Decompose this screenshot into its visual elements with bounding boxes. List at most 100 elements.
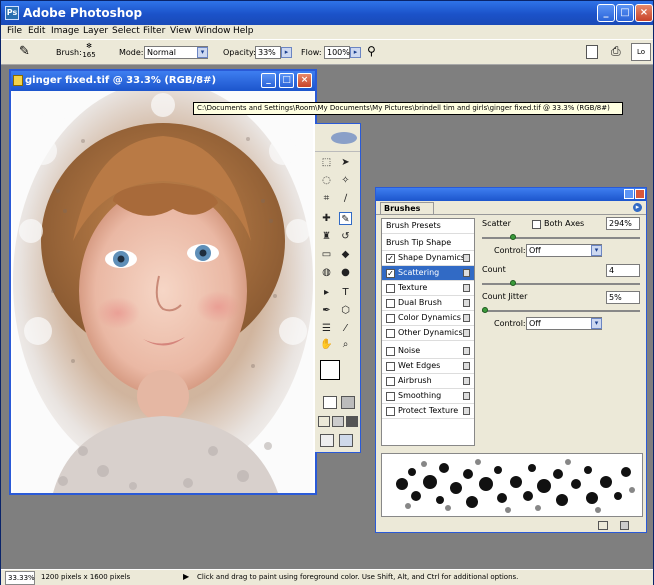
list-item-brush-presets[interactable]: Brush Presets: [382, 219, 474, 234]
flow-field[interactable]: 100%: [324, 46, 350, 59]
lock-icon[interactable]: [463, 347, 470, 355]
checkbox-icon[interactable]: [386, 407, 395, 416]
file-browser-icon[interactable]: [586, 45, 598, 59]
checkbox-checked-icon[interactable]: ✓: [386, 269, 395, 278]
list-item-smoothing[interactable]: Smoothing: [382, 389, 474, 404]
lock-icon[interactable]: [463, 407, 470, 415]
path-select-icon[interactable]: ▸: [320, 286, 333, 299]
jump-to-icon[interactable]: [339, 434, 353, 447]
stamp-tool-icon[interactable]: ♜: [320, 230, 333, 243]
tab-brushes[interactable]: Brushes: [380, 202, 434, 214]
checkbox-icon[interactable]: [386, 347, 395, 356]
brush-tool-icon[interactable]: ✎: [19, 44, 37, 60]
history-brush-icon[interactable]: ↺: [339, 230, 352, 243]
list-item-protect-texture[interactable]: Protect Texture: [382, 404, 474, 419]
count-jitter-field[interactable]: 5%: [606, 291, 640, 304]
standard-mode-icon[interactable]: [323, 396, 337, 409]
screen-mode-std-icon[interactable]: [318, 416, 330, 427]
eyedropper-icon[interactable]: ⁄: [339, 322, 352, 335]
list-item-brush-tip-shape[interactable]: Brush Tip Shape: [382, 236, 474, 251]
magic-wand-icon[interactable]: ✧: [339, 174, 352, 187]
menu-select[interactable]: Select: [112, 26, 140, 36]
lasso-tool-icon[interactable]: ◌: [320, 174, 333, 187]
crop-tool-icon[interactable]: ⌗: [320, 192, 333, 205]
lock-icon[interactable]: [463, 269, 470, 277]
blur-tool-icon[interactable]: ◍: [320, 266, 333, 279]
brushes-palette-bar[interactable]: [376, 188, 646, 201]
menu-filter[interactable]: Filter: [143, 26, 165, 36]
doc-maximize-button[interactable]: □: [279, 73, 294, 88]
palette-minimize-icon[interactable]: [624, 189, 634, 199]
both-axes-checkbox-icon[interactable]: [532, 220, 541, 229]
scatter-slider-knob[interactable]: [510, 234, 516, 240]
count-jitter-slider[interactable]: [482, 310, 640, 312]
dodge-tool-icon[interactable]: ●: [339, 266, 352, 279]
airbrush-icon[interactable]: ⚲: [367, 44, 383, 60]
list-item-scattering[interactable]: ✓ Scattering: [382, 266, 474, 281]
lock-icon[interactable]: [463, 284, 470, 292]
list-item-texture[interactable]: Texture: [382, 281, 474, 296]
menu-view[interactable]: View: [170, 26, 191, 36]
count-slider[interactable]: [482, 283, 640, 285]
count-slider-knob[interactable]: [510, 280, 516, 286]
menu-image[interactable]: Image: [51, 26, 79, 36]
bucket-tool-icon[interactable]: ◆: [339, 248, 352, 261]
checkbox-checked-icon[interactable]: ✓: [386, 254, 395, 263]
mode-dropdown-icon[interactable]: ▾: [197, 47, 208, 58]
new-preset-icon[interactable]: [598, 521, 608, 530]
slice-tool-icon[interactable]: ∕: [339, 192, 352, 205]
lock-icon[interactable]: [463, 314, 470, 322]
healing-brush-icon[interactable]: ✚: [320, 212, 333, 225]
zoom-tool-icon[interactable]: ⌕: [339, 338, 352, 351]
pen-tool-icon[interactable]: ✒: [320, 304, 333, 317]
lock-icon[interactable]: [463, 362, 470, 370]
menu-help[interactable]: Help: [233, 26, 254, 36]
menu-edit[interactable]: Edit: [28, 26, 45, 36]
brush-picker[interactable]: ✻ 165: [82, 42, 96, 62]
list-item-noise[interactable]: Noise: [382, 344, 474, 359]
checkbox-icon[interactable]: [386, 284, 395, 293]
lock-icon[interactable]: [463, 299, 470, 307]
palette-well[interactable]: Lo: [631, 43, 651, 61]
checkbox-icon[interactable]: [386, 362, 395, 371]
doc-minimize-button[interactable]: _: [261, 73, 276, 88]
minimize-button[interactable]: _: [597, 4, 615, 22]
scatter-field[interactable]: 294%: [606, 217, 640, 230]
doc-close-button[interactable]: ×: [297, 73, 312, 88]
opacity-field[interactable]: 33%: [255, 46, 281, 59]
type-tool-icon[interactable]: T: [339, 286, 352, 299]
lock-icon[interactable]: [463, 377, 470, 385]
move-tool-icon[interactable]: ➤: [339, 156, 352, 169]
checkbox-icon[interactable]: [386, 314, 395, 323]
hand-tool-icon[interactable]: ✋: [320, 338, 333, 351]
notes-tool-icon[interactable]: ☰: [320, 322, 333, 335]
flow-arrow-icon[interactable]: ▸: [350, 47, 361, 58]
trash-icon[interactable]: [620, 521, 629, 530]
screen-mode-menu-icon[interactable]: [332, 416, 344, 427]
palette-menu-icon[interactable]: ▸: [633, 203, 642, 212]
opacity-arrow-icon[interactable]: ▸: [281, 47, 292, 58]
screen-mode-full-icon[interactable]: [346, 416, 358, 427]
palette-close-icon[interactable]: [635, 189, 645, 199]
quick-mask-icon[interactable]: [341, 396, 355, 409]
list-item-color-dynamics[interactable]: Color Dynamics: [382, 311, 474, 326]
count-jitter-slider-knob[interactable]: [482, 307, 488, 313]
shape-tool-icon[interactable]: ⬡: [339, 304, 352, 317]
checkbox-icon[interactable]: [386, 377, 395, 386]
checkbox-icon[interactable]: [386, 299, 395, 308]
close-button[interactable]: ×: [635, 4, 653, 22]
status-arrow-icon[interactable]: ▶: [183, 570, 189, 584]
checkbox-icon[interactable]: [386, 392, 395, 401]
eraser-tool-icon[interactable]: ▭: [320, 248, 333, 261]
lock-icon[interactable]: [463, 254, 470, 262]
imageready-icon[interactable]: [320, 434, 334, 447]
list-item-other-dynamics[interactable]: Other Dynamics: [382, 326, 474, 341]
maximize-button[interactable]: □: [616, 4, 634, 22]
list-item-shape-dynamics[interactable]: ✓ Shape Dynamics: [382, 251, 474, 266]
scatter-slider[interactable]: [482, 237, 640, 239]
checkbox-icon[interactable]: [386, 329, 395, 338]
zoom-field[interactable]: 33.33%: [5, 571, 35, 585]
list-item-airbrush[interactable]: Airbrush: [382, 374, 474, 389]
document-title-bar[interactable]: ginger fixed.tif @ 33.3% (RGB/8#) _ □ ×: [11, 71, 315, 91]
canvas-image[interactable]: [13, 91, 313, 493]
